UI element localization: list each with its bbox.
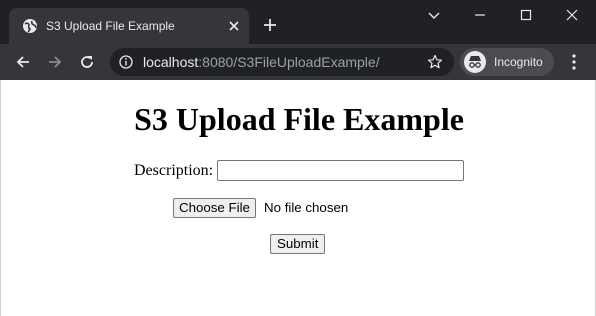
back-icon[interactable] bbox=[14, 53, 32, 71]
forward-icon[interactable] bbox=[46, 53, 64, 71]
reload-icon[interactable] bbox=[78, 53, 96, 71]
url-text: localhost:8080/S3FileUploadExample/ bbox=[143, 54, 380, 70]
tab-title: S3 Upload File Example bbox=[46, 19, 175, 33]
incognito-icon bbox=[464, 51, 486, 73]
incognito-indicator[interactable]: Incognito bbox=[460, 48, 554, 76]
description-label: Description: bbox=[134, 162, 214, 179]
new-tab-icon[interactable] bbox=[262, 17, 278, 33]
browser-tab[interactable]: S3 Upload File Example bbox=[9, 8, 249, 44]
file-status-text: No file chosen bbox=[264, 200, 349, 215]
incognito-label: Incognito bbox=[494, 55, 543, 69]
maximize-icon[interactable] bbox=[518, 7, 534, 23]
close-window-icon[interactable] bbox=[564, 7, 580, 23]
submit-button[interactable]: Submit bbox=[270, 234, 326, 254]
star-icon[interactable] bbox=[427, 54, 443, 70]
page-title: S3 Upload File Example bbox=[134, 101, 464, 137]
address-bar[interactable]: localhost:8080/S3FileUploadExample/ bbox=[110, 48, 454, 76]
browser-toolbar: localhost:8080/S3FileUploadExample/ Inco… bbox=[0, 44, 596, 80]
description-input[interactable] bbox=[217, 160, 464, 181]
info-icon[interactable] bbox=[119, 55, 133, 69]
chevron-down-icon[interactable] bbox=[426, 7, 442, 23]
url-host: localhost bbox=[143, 54, 199, 70]
url-path: :8080/S3FileUploadExample/ bbox=[198, 54, 380, 70]
choose-file-button[interactable]: Choose File bbox=[173, 198, 256, 218]
globe-icon bbox=[23, 19, 37, 33]
minimize-icon[interactable] bbox=[472, 7, 488, 23]
tab-close-icon[interactable] bbox=[227, 19, 241, 33]
tab-strip: S3 Upload File Example bbox=[0, 0, 596, 44]
page-content: S3 Upload File Example Description: Choo… bbox=[0, 80, 596, 316]
menu-icon[interactable] bbox=[566, 53, 582, 71]
